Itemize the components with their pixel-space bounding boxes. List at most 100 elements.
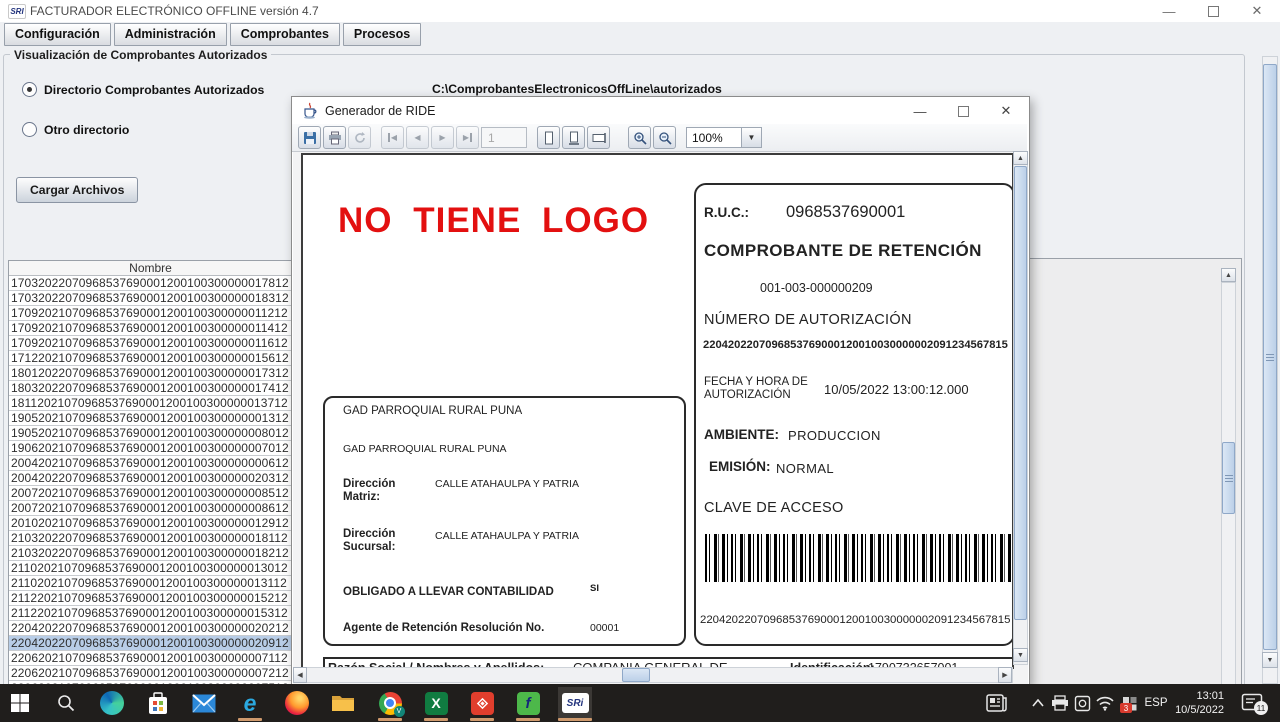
table-row[interactable]: 2103202207096853769000120010030000001821… <box>9 546 292 561</box>
preview-vscroll-thumb[interactable] <box>1014 166 1027 620</box>
menu-procesos[interactable]: Procesos <box>343 23 421 46</box>
taskbar-search-button[interactable] <box>49 687 83 719</box>
taskbar-file-explorer[interactable] <box>326 687 360 719</box>
ride-dialog: Generador de RIDE — ✕ ◀ <box>291 96 1030 686</box>
table-row-selected[interactable]: 2204202207096853769000120010030000002091… <box>9 636 292 651</box>
menu-comprobantes[interactable]: Comprobantes <box>230 23 340 46</box>
table-row[interactable]: 2103202207096853769000120010030000001811… <box>9 531 292 546</box>
table-row[interactable]: 2004202107096853769000120010030000000061… <box>9 456 292 471</box>
table-row[interactable]: 2112202107096853769000120010030000001531… <box>9 606 292 621</box>
taskbar-mail[interactable] <box>187 687 221 719</box>
fit-page-icon <box>567 131 581 145</box>
start-button[interactable] <box>3 687 37 719</box>
table-row[interactable]: 1905202107096853769000120010030000000801… <box>9 426 292 441</box>
tray-chevron-up[interactable] <box>1026 687 1050 719</box>
table-row[interactable]: 2004202207096853769000120010030000002031… <box>9 471 292 486</box>
zoom-combo-arrow[interactable]: ▼ <box>742 127 762 148</box>
language-indicator[interactable]: ESP <box>1140 687 1172 719</box>
table-row[interactable]: 2010202107096853769000120010030000001291… <box>9 516 292 531</box>
zoom-in-icon <box>633 131 647 145</box>
agente-value: 00001 <box>590 622 619 634</box>
table-row[interactable]: 1709202107096853769000120010030000001121… <box>9 306 292 321</box>
dialog-minimize-button[interactable]: — <box>905 101 935 121</box>
fit-width-button[interactable] <box>587 126 610 149</box>
tray-updates[interactable]: 3 <box>1116 687 1142 719</box>
table-row[interactable]: 1703202207096853769000120010030000001831… <box>9 291 292 306</box>
table-row[interactable]: 2204202207096853769000120010030000002021… <box>9 621 292 636</box>
taskbar-chrome[interactable]: V <box>373 687 407 719</box>
menu-administracion[interactable]: Administración <box>114 23 227 46</box>
menu-configuracion[interactable]: Configuración <box>4 23 111 46</box>
table-row[interactable]: 1905202107096853769000120010030000000131… <box>9 411 292 426</box>
main-maximize-button[interactable] <box>1199 2 1227 20</box>
reload-button[interactable] <box>348 126 371 149</box>
dialog-maximize-button[interactable] <box>948 101 978 121</box>
main-close-button[interactable]: ✕ <box>1243 2 1271 20</box>
tray-printer[interactable] <box>1048 687 1072 719</box>
table-row[interactable]: 2110202107096853769000120010030000001311… <box>9 576 292 591</box>
preview-scroll-down[interactable]: ▼ <box>1013 648 1028 662</box>
radio-directorio-autorizados[interactable]: Directorio Comprobantes Autorizados <box>22 82 264 97</box>
up-arrow-icon: ▲ <box>1017 155 1024 162</box>
right-table-scroll-up[interactable]: ▲ <box>1221 268 1236 282</box>
table-row[interactable]: 2110202107096853769000120010030000001301… <box>9 561 292 576</box>
taskbar-firefox[interactable] <box>280 687 314 719</box>
preview-scroll-left[interactable]: ◀ <box>293 667 307 683</box>
main-scroll-thumb[interactable] <box>1263 64 1277 650</box>
print-button[interactable] <box>323 126 346 149</box>
taskbar-excel[interactable]: X <box>419 687 453 719</box>
right-table-scroll-thumb[interactable] <box>1222 442 1235 514</box>
zoom-out-button[interactable] <box>653 126 676 149</box>
taskbar-edge[interactable] <box>95 687 129 719</box>
last-page-button[interactable]: ▶ <box>456 126 479 149</box>
prev-page-button[interactable]: ◀ <box>406 126 429 149</box>
preview-scroll-right[interactable]: ▶ <box>998 667 1012 683</box>
next-page-button[interactable]: ▶ <box>431 126 454 149</box>
table-row[interactable]: 1906202107096853769000120010030000000701… <box>9 441 292 456</box>
preview-scroll-up[interactable]: ▲ <box>1013 151 1028 165</box>
page-number-input[interactable]: 1 <box>481 127 527 148</box>
table-row[interactable]: 2007202107096853769000120010030000000851… <box>9 486 292 501</box>
main-scroll-down[interactable]: ▼ <box>1262 652 1278 668</box>
taskbar-facturador-app[interactable]: f <box>511 687 545 719</box>
radio-otro-directorio[interactable]: Otro directorio <box>22 122 129 137</box>
taskbar-internet-explorer[interactable]: e <box>233 687 267 719</box>
table-row[interactable]: 2007202107096853769000120010030000000861… <box>9 501 292 516</box>
table-row[interactable]: 1703202207096853769000120010030000001781… <box>9 276 292 291</box>
actual-size-button[interactable] <box>537 126 560 149</box>
dialog-close-button[interactable]: ✕ <box>991 101 1021 121</box>
table-row[interactable]: 1709202107096853769000120010030000001161… <box>9 336 292 351</box>
main-minimize-button[interactable]: — <box>1155 2 1183 20</box>
single-page-icon <box>542 131 556 145</box>
table-row[interactable]: 1712202107096853769000120010030000001561… <box>9 351 292 366</box>
auth-datetime: 10/05/2022 13:00:12.000 <box>824 382 969 397</box>
tray-clock[interactable]: 13:01 10/5/2022 <box>1172 689 1224 717</box>
ruc-value: 0968537690001 <box>786 203 905 222</box>
fit-page-button[interactable] <box>562 126 585 149</box>
file-table[interactable]: Nombre 170320220709685376900012001003000… <box>8 260 293 686</box>
zoom-level-combobox[interactable]: 100% <box>686 127 742 148</box>
table-row[interactable]: 2206202107096853769000120010030000000721… <box>9 666 292 681</box>
first-page-button[interactable]: ◀ <box>381 126 404 149</box>
taskbar-store[interactable] <box>141 687 175 719</box>
tray-device[interactable] <box>1070 687 1094 719</box>
barcode <box>705 534 1013 582</box>
table-row[interactable]: 1709202107096853769000120010030000001141… <box>9 321 292 336</box>
notification-center-button[interactable]: 11 <box>1232 687 1272 719</box>
table-row[interactable]: 1801202207096853769000120010030000001731… <box>9 366 292 381</box>
taskbar-sri-app-active[interactable]: SRi <box>558 687 592 719</box>
preview-hscrollbar[interactable] <box>293 667 1013 683</box>
table-row[interactable]: 2112202107096853769000120010030000001521… <box>9 591 292 606</box>
tray-wifi[interactable] <box>1092 687 1118 719</box>
taskbar-red-app[interactable] <box>465 687 499 719</box>
running-indicator-red-app <box>470 718 494 721</box>
widgets-news-button[interactable] <box>980 687 1014 719</box>
preview-hscroll-thumb[interactable] <box>622 668 650 682</box>
cargar-archivos-button[interactable]: Cargar Archivos <box>16 177 138 203</box>
table-row[interactable]: 1811202107096853769000120010030000001371… <box>9 396 292 411</box>
save-button[interactable] <box>298 126 321 149</box>
table-row[interactable]: 2206202107096853769000120010030000000711… <box>9 651 292 666</box>
zoom-in-button[interactable] <box>628 126 651 149</box>
contabilidad-label: OBLIGADO A LLEVAR CONTABILIDAD <box>343 586 554 598</box>
table-row[interactable]: 1803202207096853769000120010030000001741… <box>9 381 292 396</box>
